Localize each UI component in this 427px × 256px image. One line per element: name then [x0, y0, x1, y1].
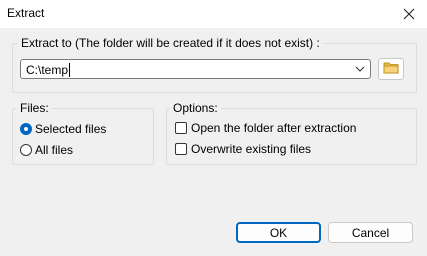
files-label: Files:: [17, 101, 52, 115]
checkbox-open-folder[interactable]: Open the folder after extraction: [175, 121, 356, 135]
cancel-button[interactable]: Cancel: [328, 222, 413, 243]
text-caret: [69, 63, 70, 77]
ok-button[interactable]: OK: [236, 222, 321, 243]
selected-files-label: Selected files: [35, 122, 107, 136]
radio-selected-files[interactable]: Selected files: [20, 122, 106, 136]
window-title: Extract: [7, 6, 45, 20]
title-bar: Extract: [0, 0, 427, 28]
chevron-down-icon[interactable]: [354, 63, 366, 75]
folder-icon: [383, 61, 399, 77]
path-input[interactable]: C:\temp: [26, 63, 68, 77]
all-files-label: All files: [35, 143, 74, 157]
close-icon[interactable]: [399, 4, 419, 24]
radio-button-unselected[interactable]: [20, 144, 32, 156]
path-combobox[interactable]: C:\temp: [20, 59, 371, 79]
checkbox-overwrite-box[interactable]: [175, 143, 187, 155]
open-folder-label: Open the folder after extraction: [191, 121, 357, 135]
options-label: Options:: [170, 101, 221, 115]
checkbox-overwrite[interactable]: Overwrite existing files: [175, 142, 311, 156]
browse-button[interactable]: [378, 58, 404, 80]
radio-button-selected[interactable]: [20, 123, 32, 135]
checkbox-open-folder-box[interactable]: [175, 122, 187, 134]
options-group: [166, 108, 417, 165]
overwrite-label: Overwrite existing files: [191, 142, 312, 156]
radio-all-files[interactable]: All files: [20, 143, 73, 157]
extract-to-label: Extract to (The folder will be created i…: [18, 36, 323, 50]
